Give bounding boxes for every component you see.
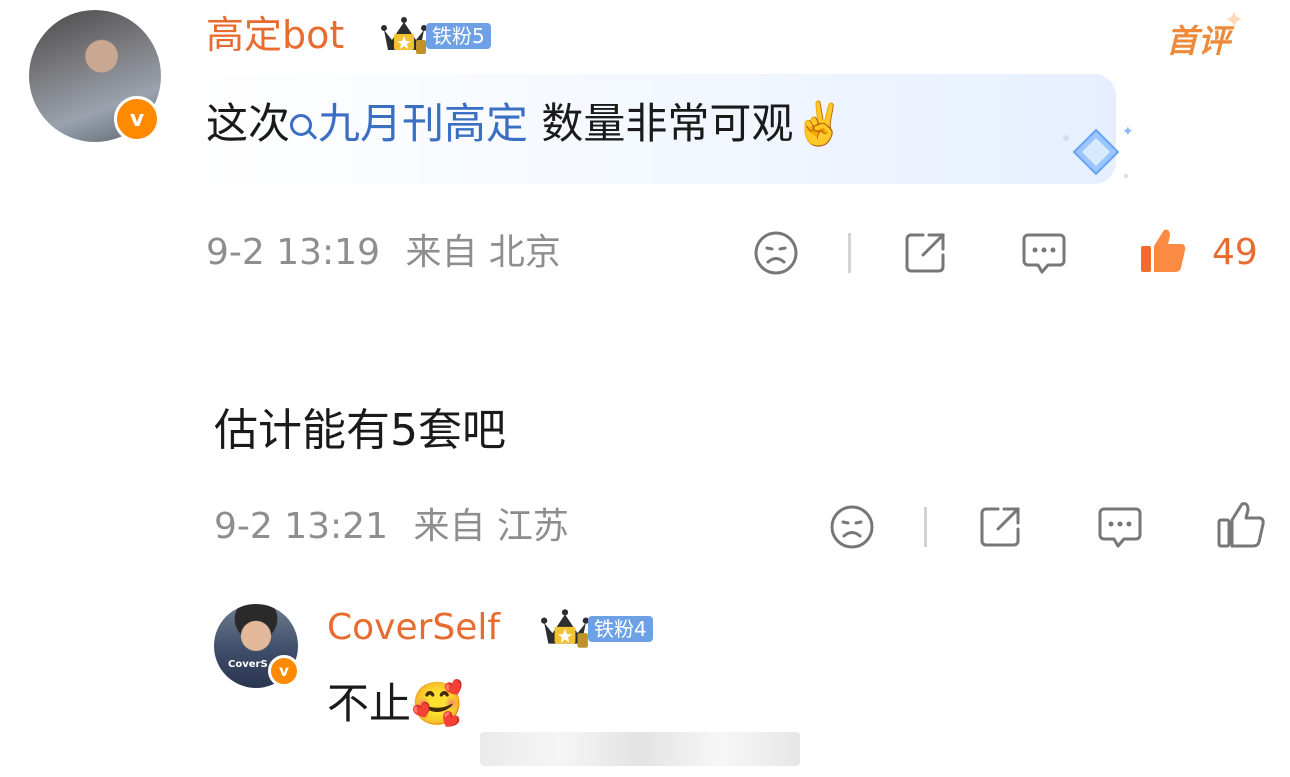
blurred-content [480, 732, 800, 766]
comment-icon[interactable] [1096, 503, 1144, 551]
search-icon [290, 114, 313, 136]
verified-v-icon: v [268, 655, 300, 687]
username[interactable]: CoverSelf [327, 603, 500, 653]
comment-text: 估计能有5套吧 [214, 405, 506, 456]
like-count: 49 [1212, 232, 1258, 273]
divider [924, 507, 927, 547]
first-comment-badge: 首评 [1166, 22, 1231, 60]
timestamp: 9-2 13:19 [206, 232, 380, 273]
reply-text: 不止🥰 [327, 676, 463, 732]
thumbs-up-icon[interactable] [1216, 500, 1266, 550]
reply-text-body: 不止 [327, 679, 412, 728]
share-icon[interactable] [976, 503, 1024, 551]
comment-icon[interactable] [1020, 229, 1068, 277]
location: 来自 北京 [405, 232, 561, 273]
crown-icon [541, 609, 589, 648]
topic-link[interactable]: 九月刊高定 [290, 99, 528, 148]
comment-meta: 9-2 13:21 来自 江苏 [214, 502, 569, 552]
victory-emoji: ✌️ [793, 99, 846, 148]
svg-text:✦: ✦ [1122, 124, 1134, 140]
avatar-text: CoverS [228, 659, 268, 670]
share-icon[interactable] [901, 229, 949, 277]
comment-text-prefix: 这次 [206, 99, 291, 148]
flower-emoji-icon: 🥰 [411, 679, 464, 728]
username[interactable]: 高定bot [206, 10, 344, 60]
dislike-face-icon[interactable] [828, 503, 876, 551]
comment-text-suffix: 数量非常可观 [528, 99, 794, 148]
location: 来自 江苏 [413, 506, 569, 547]
dislike-face-icon[interactable] [752, 229, 800, 277]
timestamp: 9-2 13:21 [214, 506, 388, 547]
fans-badge: 铁粉5 [426, 23, 491, 49]
sparkle-diamond-icon: ✦ [1063, 124, 1134, 178]
topic-link-label: 九月刊高定 [318, 99, 529, 148]
comment-text: 这次 九月刊高定 数量非常可观✌️ [206, 96, 846, 152]
verified-v-icon: v [114, 96, 160, 142]
thumbs-up-icon[interactable] [1138, 226, 1188, 276]
comment-meta: 9-2 13:19 来自 北京 [206, 228, 561, 278]
crown-icon [381, 17, 427, 54]
divider [848, 233, 851, 273]
fans-badge: 铁粉4 [588, 616, 653, 642]
